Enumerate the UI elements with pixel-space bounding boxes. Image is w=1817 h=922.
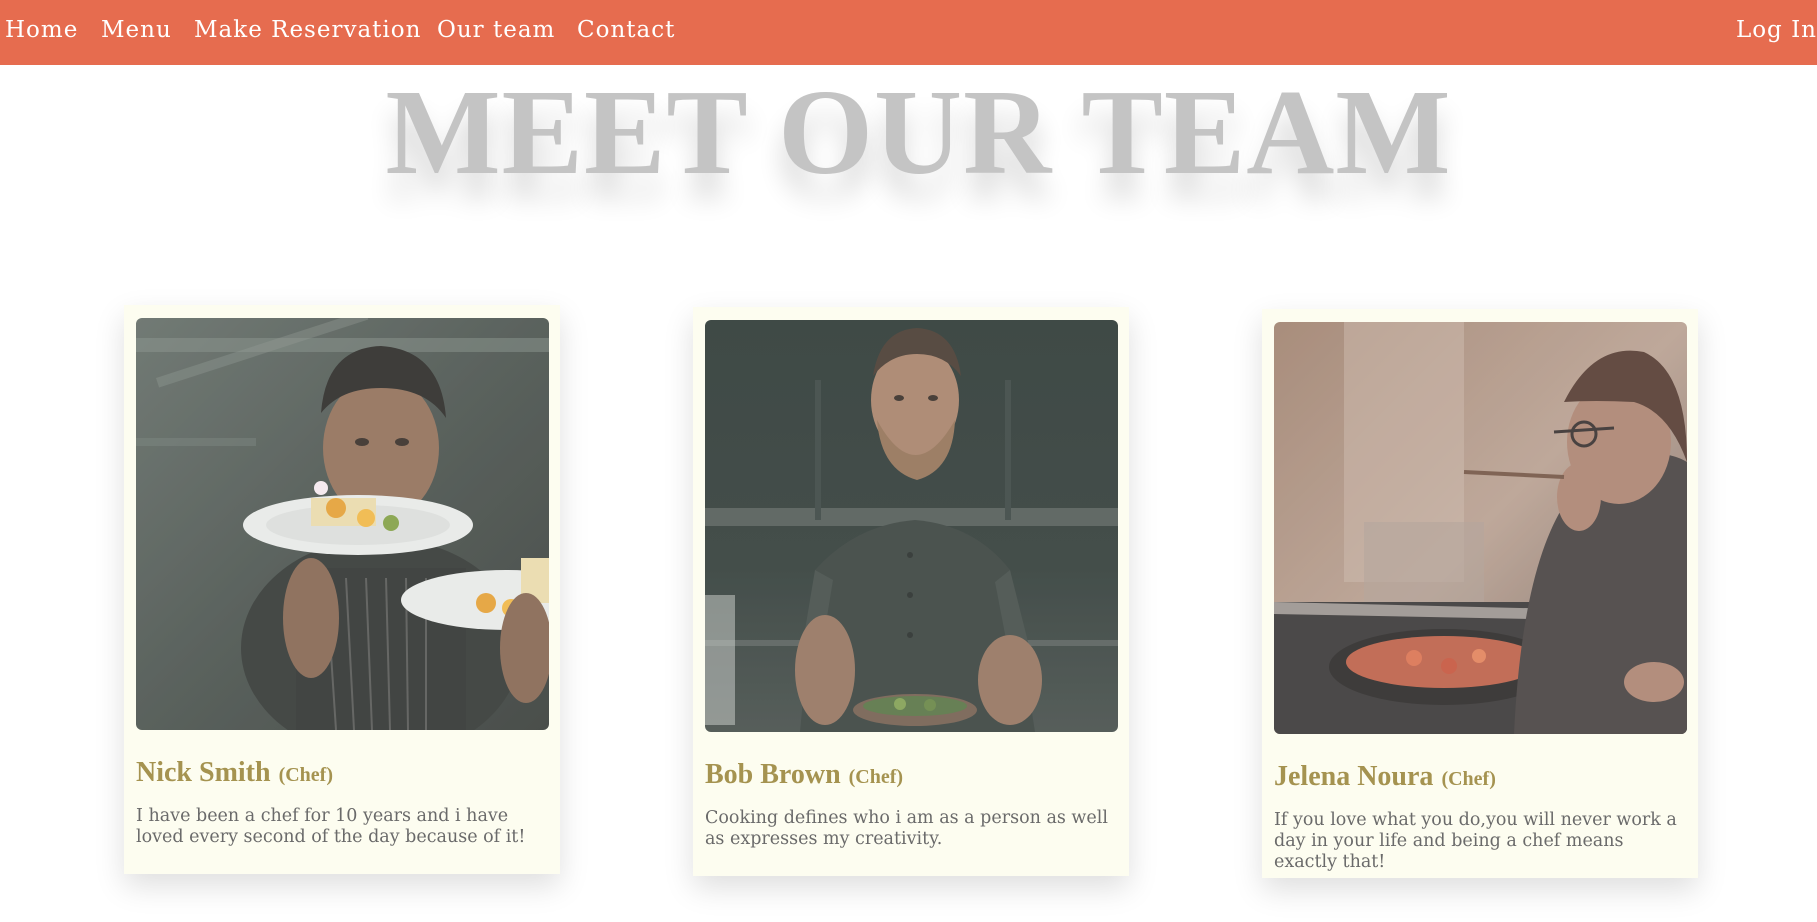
team-member-heading: Bob Brown (Chef)	[705, 759, 903, 791]
chef-holding-plates-photo	[136, 318, 549, 730]
team-card-bob-brown: Bob Brown (Chef) Cooking defines who i a…	[693, 307, 1129, 876]
team-member-bio: I have been a chef for 10 years and i ha…	[136, 806, 526, 847]
chef-holding-bowl-photo	[705, 320, 1118, 732]
team-card-nick-smith: Nick Smith (Chef) I have been a chef for…	[124, 305, 560, 874]
page-title: MEET OUR TEAM	[385, 65, 1452, 200]
team-card-jelena-noura: Jelena Noura (Chef) If you love what you…	[1262, 309, 1698, 878]
team-member-name: Bob Brown	[705, 759, 841, 790]
nav-link-home[interactable]: Home	[5, 14, 78, 46]
nav-link-contact[interactable]: Contact	[577, 14, 675, 46]
team-member-role: (Chef)	[278, 764, 334, 786]
chef-tasting-pan-photo	[1274, 322, 1687, 734]
nav-link-our-team[interactable]: Our team	[437, 14, 555, 46]
team-member-heading: Jelena Noura (Chef)	[1274, 761, 1496, 793]
top-navbar: Home Menu Make Reservation Our team Cont…	[0, 0, 1817, 65]
team-member-name: Nick Smith	[136, 757, 271, 788]
team-member-name: Jelena Noura	[1274, 761, 1434, 792]
team-member-role: (Chef)	[848, 766, 904, 788]
team-member-bio: If you love what you do,you will never w…	[1274, 810, 1677, 872]
nav-link-make-reservation[interactable]: Make Reservation	[194, 14, 421, 46]
nav-link-menu[interactable]: Menu	[101, 14, 172, 46]
nav-link-log-in[interactable]: Log In	[1736, 14, 1817, 46]
team-member-heading: Nick Smith (Chef)	[136, 757, 333, 789]
team-member-role: (Chef)	[1441, 768, 1496, 790]
team-member-bio: Cooking defines who i am as a person as …	[705, 808, 1108, 849]
